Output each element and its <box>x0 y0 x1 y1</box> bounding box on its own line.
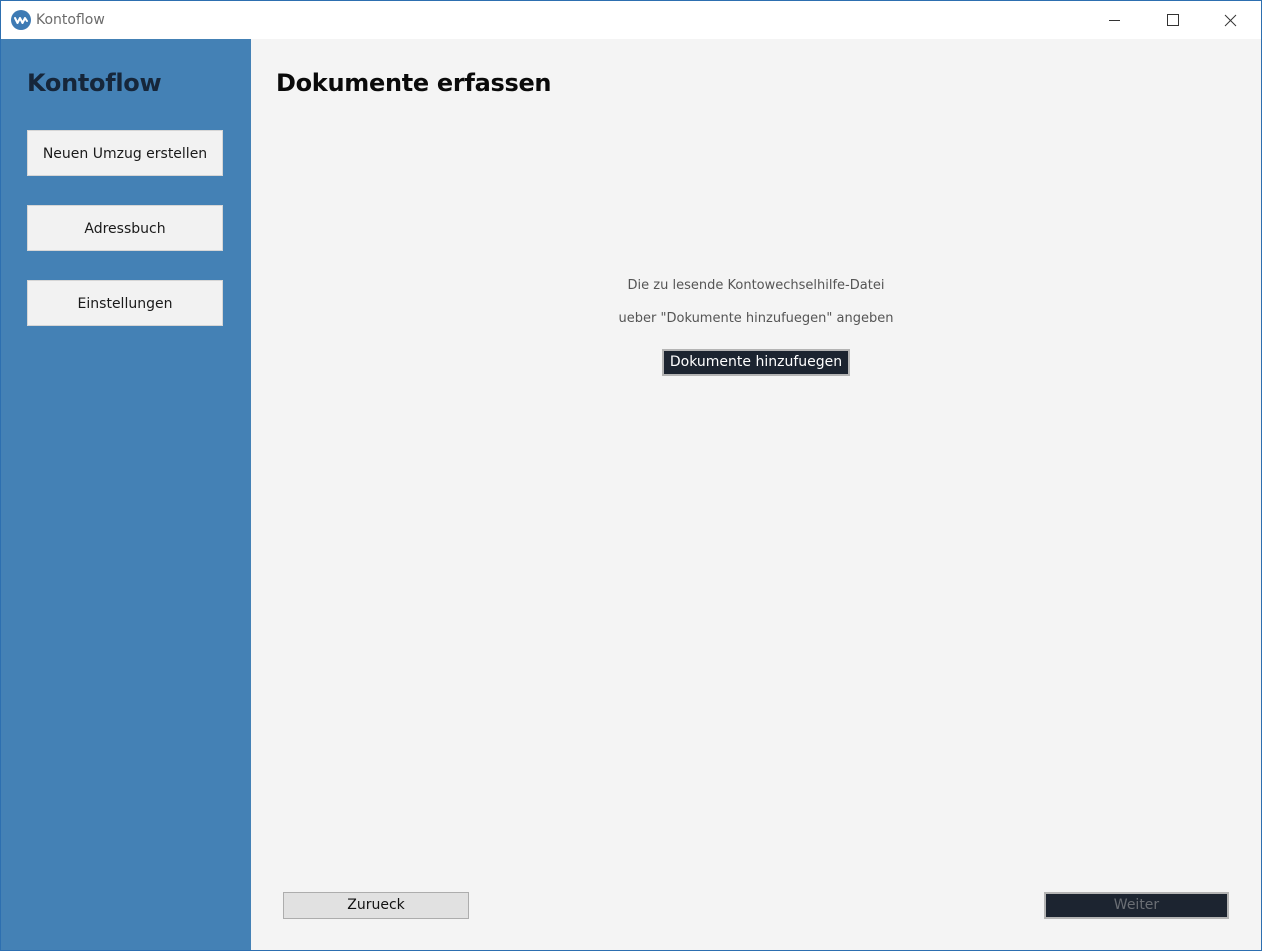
new-move-button[interactable]: Neuen Umzug erstellen <box>27 130 223 176</box>
minimize-icon <box>1109 20 1120 21</box>
minimize-button[interactable] <box>1085 1 1143 39</box>
main-content: Dokumente erfassen Die zu lesende Kontow… <box>251 39 1261 950</box>
sidebar: Kontoflow Neuen Umzug erstellen Adressbu… <box>1 39 251 950</box>
instruction-text-line-2: ueber "Dokumente hinzufuegen" angeben <box>618 311 894 326</box>
maximize-button[interactable] <box>1143 1 1201 39</box>
settings-button[interactable]: Einstellungen <box>27 280 223 326</box>
maximize-icon <box>1167 14 1179 26</box>
title-bar[interactable]: Kontoflow <box>1 1 1261 39</box>
window-title: Kontoflow <box>36 12 105 28</box>
instruction-text-line-1: Die zu lesende Kontowechselhilfe-Datei <box>627 278 885 293</box>
back-button[interactable]: Zurueck <box>283 892 469 919</box>
page-title: Dokumente erfassen <box>276 69 552 97</box>
app-window: Kontoflow Kontoflow Neuen Umzug erstelle… <box>0 0 1262 951</box>
close-icon <box>1224 14 1237 27</box>
address-book-button[interactable]: Adressbuch <box>27 205 223 251</box>
next-button[interactable]: Weiter <box>1044 892 1229 919</box>
close-button[interactable] <box>1201 1 1259 39</box>
sidebar-app-name: Kontoflow <box>27 69 162 97</box>
kontoflow-logo-icon <box>11 10 31 30</box>
add-documents-button[interactable]: Dokumente hinzufuegen <box>662 349 850 376</box>
